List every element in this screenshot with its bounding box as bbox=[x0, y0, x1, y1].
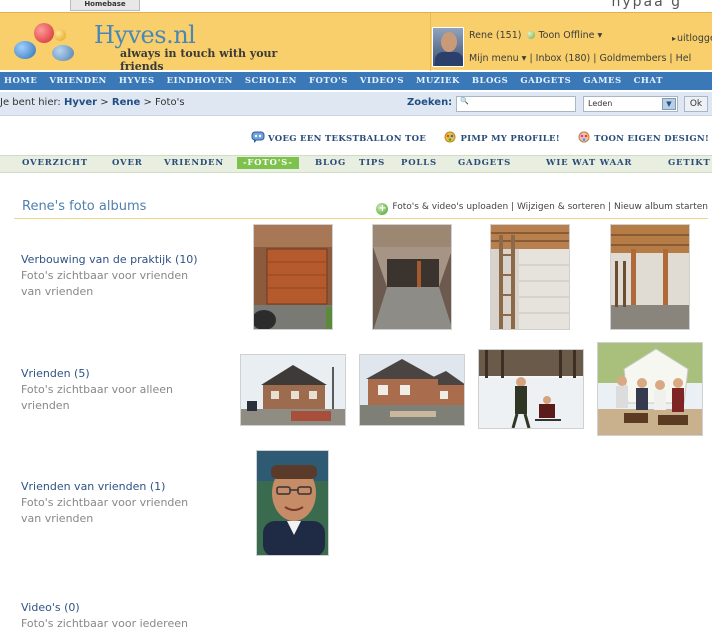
nav-games[interactable]: GAMES bbox=[583, 76, 621, 86]
album-photo-thumbnail[interactable] bbox=[253, 224, 333, 330]
nav-eindhoven[interactable]: EINDHOVEN bbox=[167, 76, 233, 86]
plus-icon: + bbox=[376, 203, 389, 215]
speech-balloon-icon bbox=[251, 131, 265, 143]
tab-blog[interactable]: BLOG bbox=[315, 158, 346, 168]
tab-vrienden[interactable]: VRIENDEN bbox=[164, 158, 224, 168]
search-scope-select[interactable]: Leden ▼ bbox=[583, 96, 678, 112]
tab-fotos[interactable]: -FOTO'S- bbox=[237, 157, 299, 169]
breadcrumb-prefix: Je bent hier: bbox=[0, 97, 61, 108]
add-text-balloon-link[interactable]: VOEG EEN TEKSTBALLON TOE bbox=[268, 134, 426, 144]
nav-scholen[interactable]: SCHOLEN bbox=[245, 76, 297, 86]
breadcrumb-rene[interactable]: Rene bbox=[112, 97, 140, 108]
breadcrumb-bar: Je bent hier: Hyver > Rene > Foto's Zoek… bbox=[0, 92, 712, 116]
tab-tips[interactable]: TIPS bbox=[359, 158, 385, 168]
nav-muziek[interactable]: MUZIEK bbox=[416, 76, 460, 86]
album-photo-thumbnail[interactable] bbox=[610, 224, 690, 330]
album-photo-thumbnail[interactable] bbox=[240, 354, 346, 426]
album-visibility: vrienden bbox=[21, 399, 70, 412]
tab-gadgets[interactable]: GADGETS bbox=[458, 158, 511, 168]
search-label: Zoeken: bbox=[407, 97, 453, 108]
breadcrumb-sep: > bbox=[100, 97, 109, 108]
profile-actions: VOEG EEN TEKSTBALLON TOE PIMP MY PROFILE… bbox=[251, 131, 709, 144]
profile-sub-nav: OVERZICHT OVER VRIENDEN -FOTO'S- BLOG TI… bbox=[0, 155, 712, 173]
hyves-logo[interactable]: Hyves.nl always in touch with your frien… bbox=[8, 17, 308, 73]
search-input[interactable] bbox=[456, 96, 576, 112]
album-photo-thumbnail[interactable] bbox=[359, 354, 465, 426]
main-nav: HOME VRIENDEN HYVES EINDHOVEN SCHOLEN FO… bbox=[0, 72, 712, 90]
album-name-link[interactable]: Vrienden (5) bbox=[21, 366, 173, 382]
status-dropdown[interactable]: Toon Offline ▾ bbox=[538, 30, 602, 41]
list-item: Video's (0) Foto's zichtbaar voor iedere… bbox=[21, 600, 188, 631]
nav-fotos[interactable]: FOTO'S bbox=[309, 76, 348, 86]
homebase-button[interactable]: Homebase bbox=[70, 0, 140, 11]
palette-icon bbox=[577, 131, 591, 143]
show-own-design-link[interactable]: TOON EIGEN DESIGN! bbox=[594, 134, 709, 144]
online-status-icon bbox=[527, 31, 536, 39]
tab-wie-wat-waar[interactable]: WIE WAT WAAR bbox=[546, 158, 632, 168]
top-strip: Homebase nypãà g bbox=[0, 0, 712, 12]
header-divider bbox=[430, 13, 431, 71]
user-menu-line[interactable]: Mijn menu ▾ | Inbox (180) | Goldmembers … bbox=[469, 53, 691, 64]
list-item: Vrienden van vrienden (1) Foto's zichtba… bbox=[21, 479, 188, 527]
album-photo-thumbnail[interactable] bbox=[256, 450, 329, 556]
search-ok-button[interactable]: Ok bbox=[684, 96, 708, 112]
nav-gadgets[interactable]: GADGETS bbox=[520, 76, 571, 86]
album-visibility: Foto's zichtbaar voor vrienden bbox=[21, 269, 189, 282]
tab-overzicht[interactable]: OVERZICHT bbox=[22, 158, 88, 168]
tab-polls[interactable]: POLLS bbox=[401, 158, 437, 168]
chevron-down-icon[interactable]: ▼ bbox=[662, 98, 676, 110]
breadcrumb: Je bent hier: Hyver > Rene > Foto's bbox=[0, 97, 185, 108]
album-name-link[interactable]: Vrienden van vrienden (1) bbox=[21, 479, 188, 495]
album-action-links[interactable]: + Foto's & video's uploaden | Wijzigen & … bbox=[376, 202, 708, 215]
tab-getikt[interactable]: GETIKT bbox=[668, 158, 711, 168]
album-visibility: van vrienden bbox=[21, 512, 94, 525]
user-name-link[interactable]: Rene (151) bbox=[469, 30, 521, 41]
breadcrumb-sep: > bbox=[143, 97, 152, 108]
nav-hyves[interactable]: HYVES bbox=[119, 76, 155, 86]
album-photo-thumbnail[interactable] bbox=[597, 342, 703, 436]
list-item: Verbouwing van de praktijk (10) Foto's z… bbox=[21, 252, 198, 300]
album-action-links-text[interactable]: Foto's & video's uploaden | Wijzigen & s… bbox=[392, 202, 708, 212]
logo-name: Hyves.nl bbox=[94, 21, 196, 49]
album-name-link[interactable]: Video's (0) bbox=[21, 600, 188, 616]
album-name-link[interactable]: Verbouwing van de praktijk (10) bbox=[21, 252, 198, 268]
album-photo-thumbnail[interactable] bbox=[372, 224, 452, 330]
nav-videos[interactable]: VIDEO'S bbox=[360, 76, 404, 86]
user-status-line: Rene (151) Toon Offline ▾ bbox=[469, 30, 602, 41]
tab-over[interactable]: OVER bbox=[112, 158, 143, 168]
list-item: Vrienden (5) Foto's zichtbaar voor allee… bbox=[21, 366, 173, 414]
album-visibility: Foto's zichtbaar voor iedereen bbox=[21, 617, 188, 630]
album-visibility: van vrienden bbox=[21, 285, 94, 298]
breadcrumb-hyver[interactable]: Hyver bbox=[64, 97, 97, 108]
breadcrumb-current: Foto's bbox=[155, 97, 185, 108]
page-title: Rene's foto albums bbox=[22, 199, 147, 214]
paint-brush-icon bbox=[443, 131, 457, 143]
pimp-my-profile-link[interactable]: PIMP MY PROFILE! bbox=[460, 134, 559, 144]
nav-vrienden[interactable]: VRIENDEN bbox=[49, 76, 107, 86]
nav-home[interactable]: HOME bbox=[4, 76, 37, 86]
nav-chat[interactable]: CHAT bbox=[634, 76, 663, 86]
album-visibility: Foto's zichtbaar voor alleen bbox=[21, 383, 173, 396]
search-scope-value: Leden bbox=[588, 99, 613, 108]
header: Hyves.nl always in touch with your frien… bbox=[0, 12, 712, 73]
albums-section-header: Rene's foto albums + Foto's & video's upl… bbox=[14, 195, 708, 219]
logout-link[interactable]: uitloggen bbox=[672, 33, 712, 44]
album-photo-thumbnail[interactable] bbox=[478, 349, 584, 429]
album-visibility: Foto's zichtbaar voor vrienden bbox=[21, 496, 189, 509]
nav-blogs[interactable]: BLOGS bbox=[472, 76, 508, 86]
logo-tagline: always in touch with your friends bbox=[120, 47, 278, 73]
album-photo-thumbnail[interactable] bbox=[490, 224, 570, 330]
avatar[interactable] bbox=[432, 27, 464, 67]
top-strip-tail: nypãà g bbox=[611, 0, 682, 10]
